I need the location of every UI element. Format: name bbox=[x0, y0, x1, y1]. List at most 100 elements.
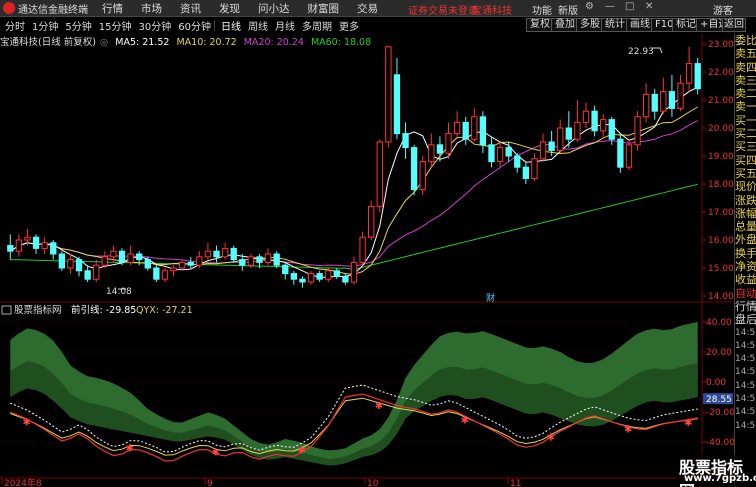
menu-new-version[interactable]: 新版 bbox=[558, 2, 578, 17]
candle-up bbox=[531, 158, 538, 179]
menu-news[interactable]: 资讯 bbox=[180, 1, 201, 16]
candle-up bbox=[625, 144, 633, 168]
login-warning[interactable]: 证券交易未登录 bbox=[408, 2, 478, 17]
period-tab-daily[interactable]: 日线 bbox=[221, 18, 241, 33]
candle-down bbox=[290, 273, 298, 280]
indicator-axis-label: 0.00 bbox=[706, 378, 726, 388]
candle-up bbox=[127, 253, 134, 263]
candle-down bbox=[436, 144, 444, 154]
indicator-settings-icon[interactable] bbox=[1, 305, 12, 315]
menu-function[interactable]: 功能 bbox=[532, 2, 552, 17]
stats-button[interactable]: 统计 bbox=[601, 18, 629, 32]
menu-ask[interactable]: 问小达 bbox=[258, 1, 290, 16]
menu-guest[interactable]: 游客 bbox=[713, 2, 733, 17]
candle-up bbox=[376, 141, 383, 207]
buy-signal-icon: ✱ bbox=[22, 418, 30, 429]
quote-label-bid1: 买一 bbox=[735, 113, 756, 127]
maximize-icon[interactable]: □ bbox=[625, 1, 634, 12]
title-bar: 通达信金融终端 行情 市场 资讯 发现 问小达 财富圈 交易 证券交易未登录 宝… bbox=[0, 0, 756, 17]
candle-up bbox=[471, 116, 478, 140]
quote-label-bid2: 买二 bbox=[735, 127, 756, 141]
tick-time: 14:5 bbox=[735, 327, 756, 338]
candle-up bbox=[204, 250, 212, 258]
quote-label-bid5: 买五 bbox=[735, 166, 756, 180]
period-tab-60min[interactable]: 60分钟 bbox=[178, 18, 211, 33]
draw-line-button[interactable]: 画线 bbox=[626, 18, 654, 32]
stock-name-title: 宝通科技 bbox=[472, 6, 512, 17]
buy-signal-icon: ✱ bbox=[624, 425, 632, 436]
menu-quotes[interactable]: 行情 bbox=[102, 1, 123, 16]
menu-wealth[interactable]: 财富圈 bbox=[308, 1, 340, 16]
watermark-url: www.7gpzb.com bbox=[684, 473, 756, 484]
candle-up bbox=[496, 147, 504, 163]
menu-discover[interactable]: 发现 bbox=[219, 1, 240, 16]
candle-up bbox=[634, 116, 641, 146]
period-tab-more[interactable]: 更多 bbox=[339, 18, 359, 33]
close-icon[interactable]: ✕ bbox=[645, 1, 653, 12]
period-tab-monthly[interactable]: 月线 bbox=[275, 18, 295, 33]
candle-up bbox=[170, 267, 177, 272]
date-axis-label: 10 bbox=[367, 479, 379, 487]
multi-stock-button[interactable]: 多股 bbox=[576, 18, 604, 32]
candle-down bbox=[84, 270, 91, 280]
candle-down bbox=[256, 256, 263, 263]
candle-down bbox=[342, 275, 349, 283]
kline-chart[interactable]: ✱ ✱ ✱ ✱ ✱ ✱ ✱ ✱ ✱ 23.00 22.00 21.00 20.00 19.00 18.00… bbox=[0, 34, 734, 487]
candle-up bbox=[196, 256, 203, 266]
tick-time: 14:5 bbox=[735, 367, 756, 378]
indicator-value-label: 28.55 bbox=[706, 395, 732, 405]
menu-market[interactable]: 市场 bbox=[141, 1, 162, 16]
lead-line-value: 前引线: -29.85 bbox=[71, 304, 136, 316]
price-axis-label: 21.00 bbox=[708, 96, 734, 106]
candle-down bbox=[393, 74, 401, 135]
candle-up bbox=[677, 82, 684, 109]
candle-up bbox=[368, 205, 375, 238]
period-tab-multi[interactable]: 多周期 bbox=[302, 18, 332, 33]
candle-down bbox=[651, 93, 658, 112]
tick-time: 14:5 bbox=[735, 380, 756, 391]
buy-signal-icon: ✱ bbox=[212, 447, 220, 458]
candle-up bbox=[264, 253, 272, 263]
candle-down bbox=[213, 250, 220, 258]
period-tab-weekly[interactable]: 周线 bbox=[248, 18, 268, 33]
candle-down bbox=[522, 166, 530, 179]
period-tab-timeshare[interactable]: 分时 bbox=[5, 18, 25, 33]
settings-icon[interactable]: ⚙ bbox=[585, 1, 594, 12]
candle-up bbox=[41, 242, 48, 249]
overlay-button[interactable]: 叠加 bbox=[551, 18, 579, 32]
menu-trade[interactable]: 交易 bbox=[357, 1, 378, 16]
candle-down bbox=[299, 278, 306, 283]
candle-up bbox=[67, 259, 74, 269]
period-tab-15min[interactable]: 15分钟 bbox=[99, 18, 132, 33]
period-tab-1min[interactable]: 1分钟 bbox=[32, 18, 58, 33]
candle-down bbox=[144, 259, 151, 269]
candle-up bbox=[359, 236, 366, 263]
candle-up bbox=[161, 270, 169, 280]
period-tab-5min[interactable]: 5分钟 bbox=[65, 18, 91, 33]
buy-signal-icon: ✱ bbox=[297, 445, 305, 456]
quote-side-panel: 委比 卖五 卖四 卖三 卖二 卖一 买一 买二 买三 买四 买五 现价 涨跌 涨… bbox=[734, 34, 756, 487]
quote-label-volume: 总量 bbox=[735, 220, 756, 234]
candle-up bbox=[642, 93, 650, 118]
candle-up bbox=[307, 273, 315, 283]
candle-down bbox=[410, 147, 418, 191]
tab-auto[interactable]: 自动 bbox=[735, 287, 756, 300]
price-axis-label: 19.00 bbox=[708, 152, 734, 162]
candle-down bbox=[58, 253, 66, 269]
period-tab-30min[interactable]: 30分钟 bbox=[138, 18, 171, 33]
indicator-title: 股票指标网 bbox=[14, 304, 62, 316]
financial-marker[interactable]: 财 bbox=[486, 292, 495, 304]
price-axis-label: 14.00 bbox=[708, 292, 734, 302]
tick-time: 14:5 bbox=[735, 407, 756, 418]
candle-down bbox=[187, 261, 194, 266]
adjust-button[interactable]: 复权 bbox=[526, 18, 554, 32]
back-button[interactable]: 返回 bbox=[722, 18, 746, 32]
tab-after-hours[interactable]: 盘后 bbox=[735, 313, 756, 326]
candle-down bbox=[548, 141, 555, 151]
minimize-icon[interactable]: — bbox=[605, 1, 615, 12]
candle-down bbox=[505, 147, 512, 157]
quote-label-nav: 净资 bbox=[735, 260, 756, 274]
quote-label-ask5: 卖五 bbox=[735, 47, 756, 61]
candle-down bbox=[230, 247, 237, 261]
tab-quotes[interactable]: 行情 bbox=[735, 300, 756, 313]
